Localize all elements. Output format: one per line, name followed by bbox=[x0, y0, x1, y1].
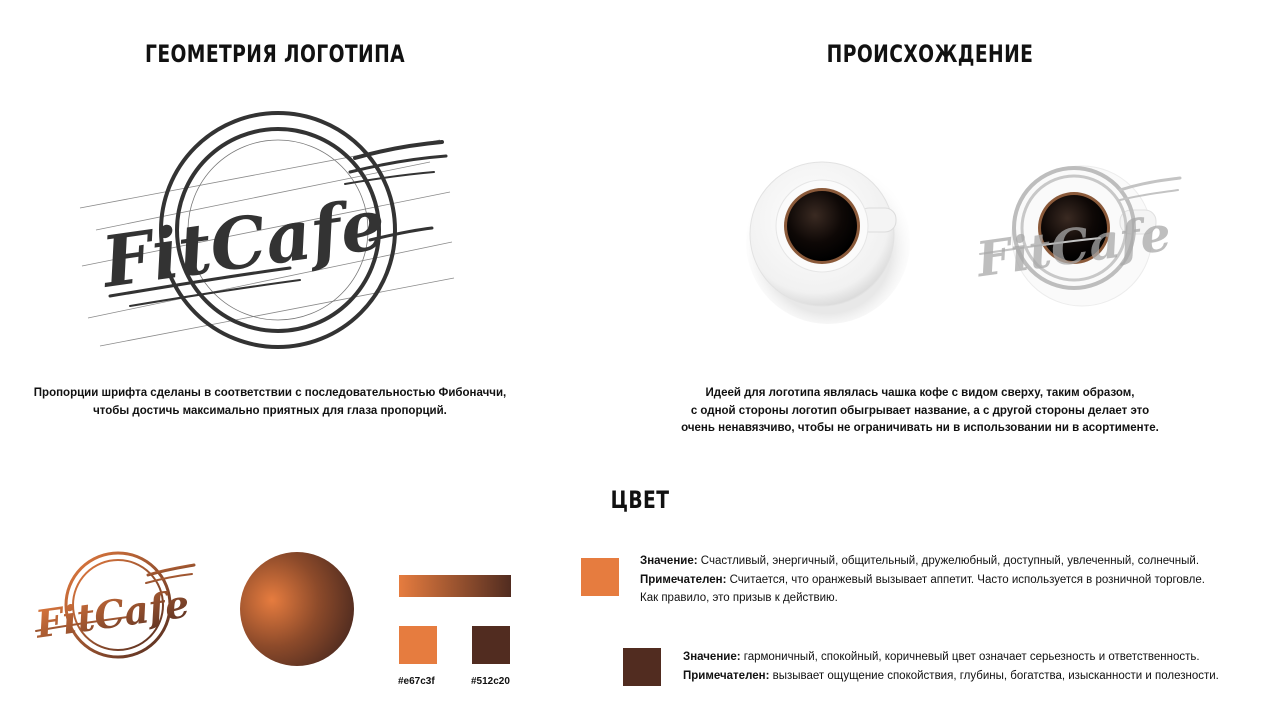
hex-label-orange: #e67c3f bbox=[398, 676, 435, 687]
color-wordmark: FitCafe bbox=[32, 581, 192, 647]
swatch-brown-note bbox=[623, 648, 661, 686]
geometry-caption: Пропорции шрифта сделаны в соответствии … bbox=[10, 385, 530, 420]
orange-notable: Примечателен: Считается, что оранжевый в… bbox=[640, 573, 1205, 586]
swatch-orange bbox=[399, 626, 437, 664]
orange-note: Значение: Счастливый, энергичный, общите… bbox=[640, 552, 1260, 608]
coffee-cup-logo-overlay: FitCafe bbox=[971, 165, 1182, 307]
orange-line3: Как правило, это призыв к действию. bbox=[640, 592, 838, 604]
origin-caption-line: с одной стороны логотип обыгрывает назва… bbox=[690, 404, 1150, 417]
coffee-cup-photo bbox=[746, 160, 910, 324]
logo-geometry-illustration: FitCafe bbox=[79, 111, 455, 349]
brown-note: Значение: гармоничный, спокойный, коричн… bbox=[683, 648, 1273, 685]
origin-caption: Идеей для логотипа являлась чашка кофе с… bbox=[640, 385, 1200, 438]
geometry-caption-line: чтобы достичь максимально приятных для г… bbox=[93, 404, 447, 417]
geometry-caption-line: Пропорции шрифта сделаны в соответствии … bbox=[33, 387, 507, 399]
origin-caption-line: очень ненавязчиво, чтобы не ограничивать… bbox=[681, 422, 1159, 434]
brown-meaning: Значение: гармоничный, спокойный, коричн… bbox=[683, 651, 1200, 663]
orange-meaning: Значение: Счастливый, энергичный, общите… bbox=[640, 555, 1200, 567]
logo-color-version: FitCafe bbox=[32, 551, 196, 659]
swatch-orange-note bbox=[581, 558, 619, 596]
gradient-bar bbox=[399, 575, 511, 597]
swatch-brown bbox=[472, 626, 510, 664]
color-title: ЦВЕТ bbox=[610, 486, 670, 514]
geometry-title: ГЕОМЕТРИЯ ЛОГОТИПА bbox=[145, 40, 406, 68]
origin-caption-line: Идеей для логотипа являлась чашка кофе с… bbox=[705, 387, 1135, 399]
origin-title: ПРОИСХОЖДЕНИЕ bbox=[826, 40, 1034, 68]
gradient-sphere bbox=[240, 552, 354, 666]
brown-notable: Примечателен: вызывает ощущение спокойст… bbox=[683, 669, 1219, 682]
hex-label-brown: #512c20 bbox=[471, 676, 510, 687]
